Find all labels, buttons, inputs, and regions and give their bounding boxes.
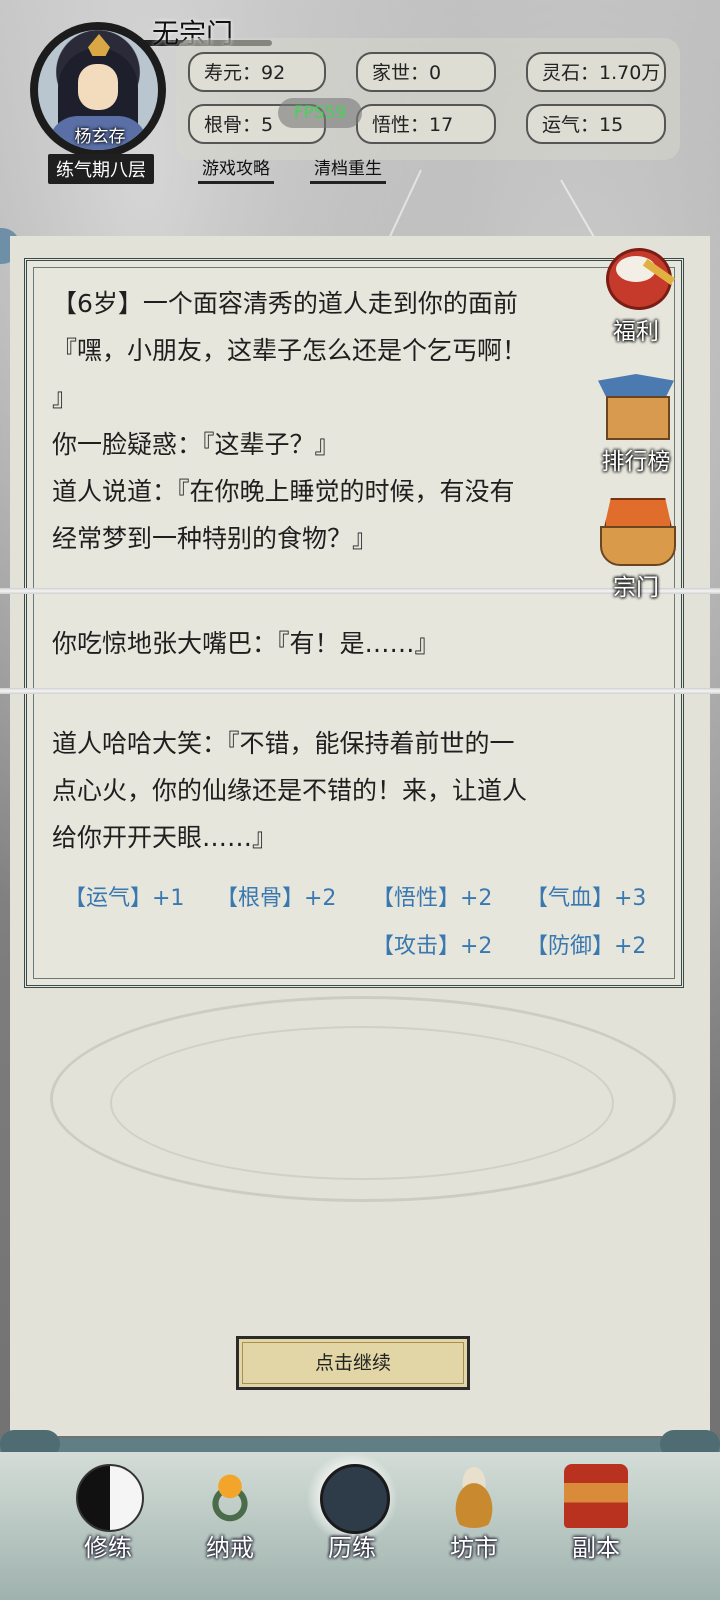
game-guide-link[interactable]: 游戏攻略 (198, 154, 274, 184)
story-paragraph-2: 你吃惊地张大嘴巴：『有！是……』 (52, 629, 440, 658)
stat-comprehension: 悟性：17 (356, 104, 496, 144)
reward-luck: 【运气】+1 (64, 886, 185, 911)
sect-hall-icon (594, 496, 678, 566)
story-paragraph-1: 【6岁】一个面容清秀的道人走到你的面前 『嘿，小朋友，这辈子怎么还是个乞丐啊！ … (52, 289, 528, 553)
reward-comprehension: 【悟性】+2 (372, 886, 493, 911)
cauldron-icon (442, 1464, 506, 1528)
ranking-button[interactable]: 排行榜 (586, 372, 686, 475)
pavilion-icon (594, 372, 678, 442)
sect-button[interactable]: 宗门 (586, 496, 686, 601)
nav-storage-ring[interactable]: 纳戒 (180, 1458, 280, 1578)
story-paragraph-3: 道人哈哈大笑：『不错，能保持着前世的一 点心火，你的仙缘还是不错的！来，让道人 … (52, 729, 528, 852)
story-divider (0, 688, 720, 694)
stat-luck: 运气：15 (526, 104, 666, 144)
reset-save-link[interactable]: 清档重生 (310, 154, 386, 184)
fps-counter: FPS59 (278, 98, 362, 128)
reward-vitality: 【气血】+3 (526, 886, 647, 911)
nav-rail (0, 1438, 720, 1452)
stat-family: 家世：0 (356, 52, 496, 92)
drum-icon (594, 238, 678, 310)
ring-icon (198, 1464, 262, 1528)
nav-adventure[interactable]: 历练 (302, 1452, 402, 1578)
nav-dungeon[interactable]: 副本 (546, 1458, 646, 1578)
reward-defense: 【防御】+2 (526, 934, 647, 959)
stat-lifespan: 寿元：92 (188, 52, 326, 92)
pagoda-icon (564, 1464, 628, 1528)
welfare-button[interactable]: 福利 (586, 238, 686, 345)
nav-market[interactable]: 坊市 (424, 1458, 524, 1578)
player-name: 杨玄存 (74, 127, 126, 147)
mountain-icon (320, 1464, 390, 1534)
yin-yang-icon (76, 1464, 144, 1532)
reward-root-bone: 【根骨】+2 (216, 886, 337, 911)
continue-button[interactable]: 点击继续 (236, 1336, 470, 1390)
stat-spirit-stones: 灵石：1.70万 (526, 52, 666, 92)
cultivation-realm: 练气期八层 (48, 154, 154, 184)
nav-cultivate[interactable]: 修练 (58, 1458, 158, 1578)
reward-attack: 【攻击】+2 (372, 934, 493, 959)
